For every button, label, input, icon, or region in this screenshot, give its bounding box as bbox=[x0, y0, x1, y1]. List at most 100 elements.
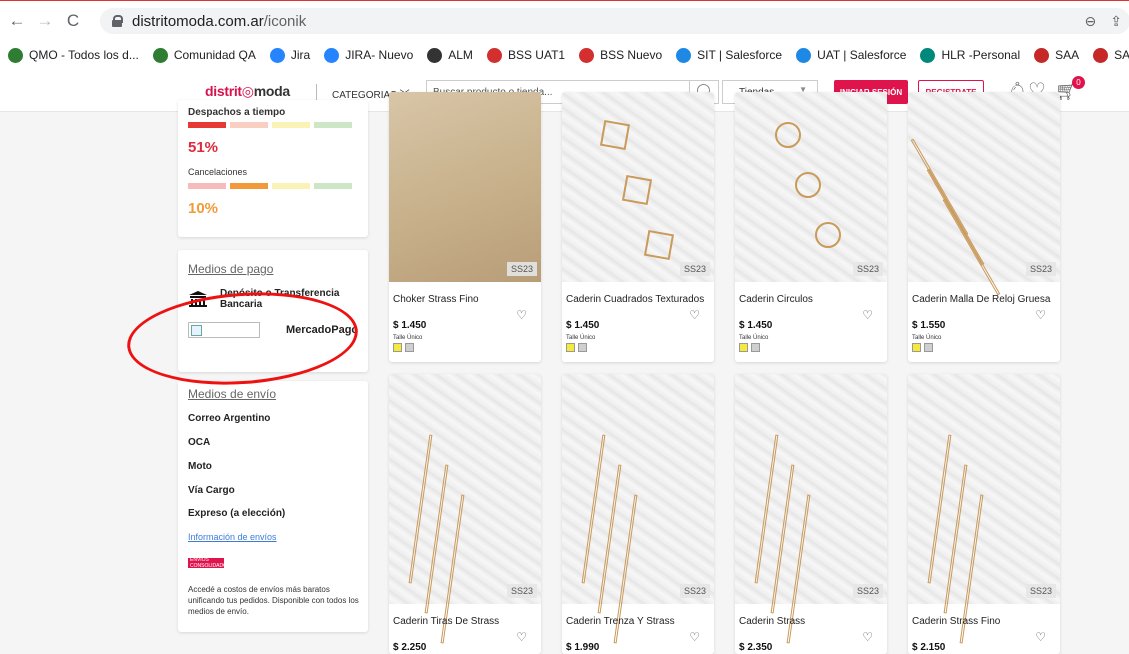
payment-methods-title: Medios de pago bbox=[188, 262, 274, 276]
bookmark-label: SAA IP bbox=[1114, 48, 1129, 62]
shipping-item: OCA bbox=[188, 437, 211, 448]
cancelaciones-label: Cancelaciones bbox=[188, 167, 248, 177]
bookmark-favicon-icon bbox=[579, 47, 595, 63]
product-image[interactable] bbox=[735, 374, 887, 644]
swatch-silver[interactable] bbox=[405, 343, 414, 352]
shipping-item: Expreso (a elección) bbox=[188, 508, 286, 519]
product-card[interactable]: SS23 Choker Strass Fino ♡ $ 1.450 Talle Únic… bbox=[389, 92, 541, 362]
swatch-gold[interactable] bbox=[566, 343, 575, 352]
swatch-gold[interactable] bbox=[912, 343, 921, 352]
swatch-silver[interactable] bbox=[924, 343, 933, 352]
product-name[interactable]: Caderin Strass Fino bbox=[912, 616, 1000, 627]
product-name[interactable]: Caderin Tiras De Strass bbox=[393, 616, 499, 627]
mercadopago-logo-broken-image bbox=[188, 322, 260, 338]
swatch-gold[interactable] bbox=[739, 343, 748, 352]
color-swatches[interactable] bbox=[393, 343, 414, 352]
bookmark-item[interactable]: SAA IP bbox=[1093, 47, 1129, 63]
product-price: $ 1.990 bbox=[566, 642, 600, 653]
store-stats-panel: Despachos a tiempo 51% Cancelaciones 10% bbox=[178, 100, 368, 237]
bookmark-favicon-icon bbox=[1034, 47, 1050, 63]
cart-count-badge: 0 bbox=[1072, 76, 1085, 89]
bookmark-favicon-icon bbox=[269, 47, 285, 63]
bookmark-item[interactable]: BSS Nuevo bbox=[579, 47, 662, 63]
product-card[interactable]: SS23 Caderin Strass Fino ♡ $ 2.150 bbox=[908, 374, 1060, 654]
favorite-heart-icon[interactable]: ♡ bbox=[1035, 630, 1046, 644]
favorite-heart-icon[interactable]: ♡ bbox=[689, 630, 700, 644]
bookmark-label: QMO - Todos los d... bbox=[29, 48, 139, 62]
swatch-silver[interactable] bbox=[751, 343, 760, 352]
product-name[interactable]: Caderin Cuadrados Texturados bbox=[566, 294, 704, 305]
product-card[interactable]: SS23 Caderin Cuadrados Texturados ♡ $ 1.450… bbox=[562, 92, 714, 362]
shipping-item: Vía Cargo bbox=[188, 485, 235, 496]
favorite-heart-icon[interactable]: ♡ bbox=[1035, 308, 1046, 322]
mercadopago-label: MercadoPago bbox=[286, 323, 359, 336]
bookmark-favicon-icon bbox=[8, 47, 23, 63]
product-name[interactable]: Choker Strass Fino bbox=[393, 294, 479, 305]
bookmark-item[interactable]: QMO - Todos los d... bbox=[8, 47, 139, 63]
shipping-methods-panel: Medios de envío Correo Argentino OCA Mot… bbox=[178, 381, 368, 632]
bookmark-item[interactable]: Jira bbox=[269, 47, 310, 63]
bookmark-item[interactable]: JIRA- Nuevo bbox=[324, 47, 413, 63]
product-image[interactable] bbox=[562, 92, 714, 282]
product-card[interactable]: SS23 Caderin Malla De Reloj Gruesa ♡ $ 1.55… bbox=[908, 92, 1060, 362]
chain-decoration bbox=[815, 222, 841, 248]
bookmark-item[interactable]: UAT | Salesforce bbox=[796, 47, 907, 63]
product-card[interactable]: SS23 Caderin Tiras De Strass ♡ $ 2.250 bbox=[389, 374, 541, 654]
product-image[interactable] bbox=[562, 374, 714, 644]
share-icon[interactable]: ⇪ bbox=[1110, 13, 1122, 30]
product-card[interactable]: SS23 Caderin Circulos ♡ $ 1.450 Talle Único bbox=[735, 92, 887, 362]
season-badge: SS23 bbox=[506, 584, 537, 598]
favorite-heart-icon[interactable]: ♡ bbox=[862, 630, 873, 644]
back-icon[interactable]: ← bbox=[6, 10, 28, 32]
color-swatches[interactable] bbox=[912, 343, 933, 352]
bookmarks-bar: QMO - Todos los d... Comunidad QA Jira JIRA… bbox=[0, 39, 1129, 71]
bookmark-label: UAT | Salesforce bbox=[817, 48, 907, 62]
bookmark-favicon-icon bbox=[920, 47, 936, 63]
despachos-bar bbox=[188, 122, 352, 128]
bookmark-label: HLR -Personal bbox=[941, 48, 1021, 62]
product-image[interactable] bbox=[735, 92, 887, 282]
product-name[interactable]: Caderin Trenza Y Strass bbox=[566, 616, 675, 627]
favorite-heart-icon[interactable]: ♡ bbox=[516, 308, 527, 322]
product-image[interactable] bbox=[389, 374, 541, 644]
bookmark-item[interactable]: HLR -Personal bbox=[920, 47, 1021, 63]
favorite-heart-icon[interactable]: ♡ bbox=[862, 308, 873, 322]
season-badge: SS23 bbox=[679, 584, 710, 598]
product-price: $ 2.250 bbox=[393, 642, 427, 653]
product-name[interactable]: Caderin Circulos bbox=[739, 294, 813, 305]
product-card[interactable]: SS23 Caderin Trenza Y Strass ♡ $ 1.990 bbox=[562, 374, 714, 654]
bookmark-label: SAA bbox=[1055, 48, 1080, 62]
bookmark-label: SIT | Salesforce bbox=[697, 48, 783, 62]
favorite-heart-icon[interactable]: ♡ bbox=[689, 308, 700, 322]
color-swatches[interactable] bbox=[739, 343, 760, 352]
bookmark-item[interactable]: ALM bbox=[427, 47, 473, 63]
season-badge: SS23 bbox=[1025, 584, 1056, 598]
shipping-item: Moto bbox=[188, 461, 212, 472]
product-card[interactable]: SS23 Caderin Strass ♡ $ 2.350 bbox=[735, 374, 887, 654]
season-badge: SS23 bbox=[852, 262, 883, 276]
address-bar[interactable]: distritomoda.com.ar/iconik ⊖ ⇪ bbox=[100, 8, 1129, 34]
bookmark-favicon-icon bbox=[676, 47, 692, 63]
favorite-heart-icon[interactable]: ♡ bbox=[516, 630, 527, 644]
product-name[interactable]: Caderin Strass bbox=[739, 616, 805, 627]
color-swatches[interactable] bbox=[566, 343, 587, 352]
bookmark-item[interactable]: SIT | Salesforce bbox=[676, 47, 783, 63]
product-size: Talle Único bbox=[566, 335, 596, 341]
site-logo[interactable]: distrit◎moda bbox=[205, 83, 290, 100]
shipping-info-link[interactable]: Información de envíos bbox=[188, 532, 277, 542]
product-name[interactable]: Caderin Malla De Reloj Gruesa bbox=[912, 294, 1050, 305]
product-image[interactable] bbox=[908, 92, 1060, 296]
swatch-gold[interactable] bbox=[393, 343, 402, 352]
reload-icon[interactable]: C bbox=[62, 10, 84, 32]
swatch-silver[interactable] bbox=[578, 343, 587, 352]
bookmark-item[interactable]: SAA bbox=[1034, 47, 1080, 63]
zoom-icon[interactable]: ⊖ bbox=[1085, 13, 1097, 30]
product-image[interactable] bbox=[389, 92, 541, 282]
bookmark-item[interactable]: BSS UAT1 bbox=[486, 47, 565, 63]
url-domain: distritomoda.com.ar bbox=[132, 12, 264, 30]
bookmark-item[interactable]: Comunidad QA bbox=[152, 47, 256, 63]
season-badge: SS23 bbox=[852, 584, 883, 598]
product-image[interactable] bbox=[908, 374, 1060, 644]
forward-icon[interactable]: → bbox=[34, 10, 56, 32]
browser-chrome: ← → C distritomoda.com.ar/iconik ⊖ ⇪ QMO… bbox=[0, 0, 1129, 72]
